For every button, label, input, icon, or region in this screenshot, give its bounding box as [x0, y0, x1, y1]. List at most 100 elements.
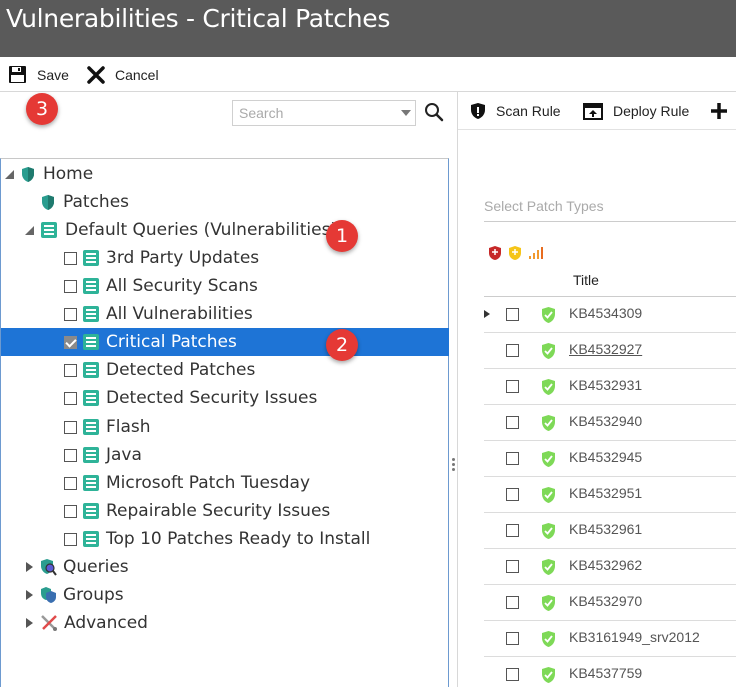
- checkbox[interactable]: [64, 307, 77, 321]
- expand-arrow-icon[interactable]: [26, 618, 33, 628]
- tree-item-label: All Vulnerabilities: [106, 304, 253, 324]
- add-button[interactable]: [710, 92, 728, 130]
- checkbox[interactable]: [64, 476, 77, 490]
- search-icon: [425, 103, 444, 122]
- tree-node-default-queries[interactable]: Default Queries (Vulnerabilities): [1, 216, 449, 244]
- query-list-icon: [83, 306, 99, 322]
- checkbox[interactable]: [64, 279, 77, 293]
- collapse-arrow-icon[interactable]: [25, 225, 34, 235]
- save-button[interactable]: Save: [8, 57, 69, 92]
- shield-icon: [471, 103, 485, 119]
- cancel-label: Cancel: [115, 66, 159, 83]
- callout-badge-1: 1: [326, 220, 358, 252]
- query-list-icon: [83, 475, 99, 491]
- tree-item-all-security-scans[interactable]: All Security Scans: [1, 272, 449, 300]
- checkbox[interactable]: [64, 448, 77, 462]
- query-list-icon: [83, 362, 99, 378]
- warning-shield-icon[interactable]: [508, 245, 522, 261]
- tree-item-3rd-party-updates[interactable]: 3rd Party Updates: [1, 244, 449, 272]
- patch-row[interactable]: KB4532962: [484, 549, 736, 585]
- row-checkbox[interactable]: [506, 416, 519, 429]
- patch-title-link[interactable]: KB4532927: [569, 341, 642, 357]
- cancel-button[interactable]: Cancel: [87, 57, 159, 92]
- row-checkbox[interactable]: [506, 524, 519, 537]
- checkbox[interactable]: [64, 391, 77, 405]
- expand-arrow-icon[interactable]: [26, 562, 33, 572]
- row-checkbox[interactable]: [506, 380, 519, 393]
- tree-item-java[interactable]: Java: [1, 441, 449, 469]
- tree-item-flash[interactable]: Flash: [1, 413, 449, 441]
- tree-node-patches[interactable]: Patches: [1, 188, 449, 216]
- patch-row[interactable]: KB4534309: [484, 297, 736, 333]
- tree-node-home[interactable]: Home: [1, 160, 449, 188]
- row-checkbox[interactable]: [506, 596, 519, 609]
- checkbox[interactable]: [64, 532, 77, 546]
- checkbox[interactable]: [64, 363, 77, 377]
- patch-row[interactable]: KB4532945: [484, 441, 736, 477]
- row-checkbox[interactable]: [506, 452, 519, 465]
- tree-item-label: Detected Patches: [106, 360, 256, 380]
- patch-title: KB3161949_srv2012: [569, 629, 700, 645]
- query-list-icon: [83, 419, 99, 435]
- splitter-grip-icon[interactable]: [452, 458, 455, 473]
- patch-row[interactable]: KB4532931: [484, 369, 736, 405]
- checkbox[interactable]: [64, 335, 77, 349]
- checkbox[interactable]: [64, 251, 77, 265]
- chevron-down-icon[interactable]: [401, 110, 411, 116]
- patch-row[interactable]: KB3161949_srv2012: [484, 621, 736, 657]
- patch-title: KB4532962: [569, 557, 643, 573]
- deploy-icon: [583, 102, 603, 120]
- tree-item-label: All Security Scans: [106, 276, 258, 296]
- patch-row[interactable]: KB4532951: [484, 477, 736, 513]
- column-header-title[interactable]: Title: [573, 272, 599, 288]
- row-checkbox[interactable]: [506, 632, 519, 645]
- patch-title: KB4532945: [569, 449, 643, 465]
- row-checkbox[interactable]: [506, 488, 519, 501]
- search-input[interactable]: [233, 101, 393, 125]
- tree-item-microsoft-patch-tuesday[interactable]: Microsoft Patch Tuesday: [1, 469, 449, 497]
- tree-item-all-vulnerabilities[interactable]: All Vulnerabilities: [1, 300, 449, 328]
- patch-row[interactable]: KB4532970: [484, 585, 736, 621]
- tree-item-top-10-patches[interactable]: Top 10 Patches Ready to Install: [1, 525, 449, 553]
- collapse-arrow-icon[interactable]: [5, 169, 14, 179]
- critical-shield-icon[interactable]: [488, 245, 502, 261]
- navigation-tree: Home Patches Default Queries (Vulnerabil…: [0, 158, 449, 687]
- tree-node-queries[interactable]: Queries: [1, 553, 449, 581]
- tree-item-detected-patches[interactable]: Detected Patches: [1, 356, 449, 384]
- tree-node-advanced[interactable]: Advanced: [1, 609, 449, 637]
- patch-types-select[interactable]: Select Patch Types: [484, 198, 736, 222]
- tree-search-area: 3: [0, 92, 450, 158]
- pane-splitter[interactable]: [449, 92, 458, 687]
- patch-title: KB4534309: [569, 305, 643, 321]
- patch-row[interactable]: KB4532961: [484, 513, 736, 549]
- tree-node-label: Default Queries (Vulnerabilities): [65, 220, 338, 240]
- tree-item-critical-patches[interactable]: Critical Patches: [1, 328, 449, 356]
- query-list-icon: [83, 531, 99, 547]
- patch-row[interactable]: KB4537759: [484, 657, 736, 693]
- scan-rule-button[interactable]: Scan Rule: [470, 92, 561, 130]
- row-checkbox[interactable]: [506, 668, 519, 681]
- query-list-icon: [83, 447, 99, 463]
- tree-item-repairable-security-issues[interactable]: Repairable Security Issues: [1, 497, 449, 525]
- tree-node-groups[interactable]: Groups: [1, 581, 449, 609]
- row-checkbox[interactable]: [506, 308, 519, 321]
- patch-row[interactable]: KB4532940: [484, 405, 736, 441]
- tree-node-label: Patches: [63, 192, 130, 212]
- tree-item-label: Detected Security Issues: [106, 388, 318, 408]
- tree-item-detected-security-issues[interactable]: Detected Security Issues: [1, 384, 449, 412]
- tree-item-label: 3rd Party Updates: [106, 248, 260, 268]
- checkbox[interactable]: [64, 504, 77, 518]
- signal-bars-icon[interactable]: [528, 246, 544, 260]
- search-button[interactable]: [424, 102, 444, 127]
- expand-arrow-icon[interactable]: [26, 590, 33, 600]
- search-combobox[interactable]: [232, 100, 416, 126]
- expand-arrow-icon[interactable]: [484, 310, 490, 318]
- row-checkbox[interactable]: [506, 344, 519, 357]
- tree-item-label: Java: [106, 445, 142, 465]
- patch-title: KB4532970: [569, 593, 643, 609]
- checkbox[interactable]: [64, 420, 77, 434]
- row-checkbox[interactable]: [506, 560, 519, 573]
- deploy-rule-button[interactable]: Deploy Rule: [583, 92, 689, 130]
- patch-row[interactable]: KB4532927: [484, 333, 736, 369]
- tree-node-label: Queries: [63, 557, 129, 577]
